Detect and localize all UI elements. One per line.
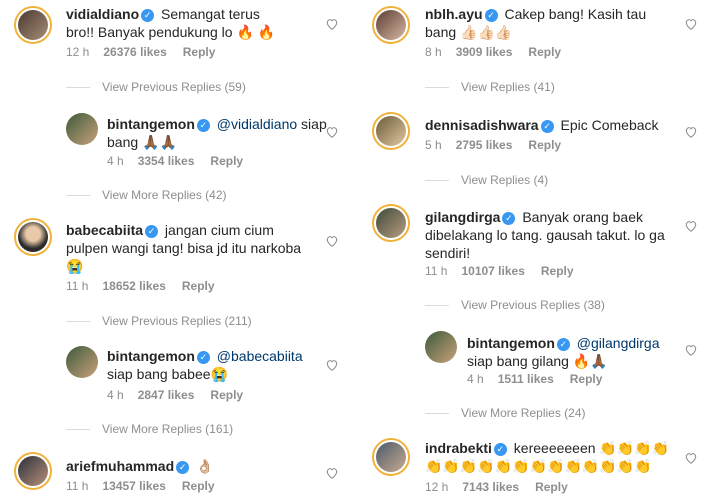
mention-link[interactable]: @babecabiita	[217, 348, 303, 364]
mention-link[interactable]: @gilangdirga	[577, 335, 660, 351]
verified-badge-icon: ✓	[493, 443, 507, 456]
comment-time: 4 h	[107, 388, 124, 402]
comment-text: Epic Comeback	[560, 117, 659, 133]
comment-likes[interactable]: 13457 likes	[102, 479, 165, 493]
comment-username[interactable]: vidialdiano	[66, 6, 139, 22]
comment-username[interactable]: indrabekti	[425, 440, 492, 456]
comment-likes[interactable]: 3354 likes	[138, 154, 195, 168]
reply-button[interactable]: Reply	[210, 388, 243, 402]
comment-likes[interactable]: 3909 likes	[456, 45, 513, 59]
comment-likes[interactable]: 2795 likes	[456, 138, 513, 152]
view-replies-link[interactable]: View Replies (4)	[425, 173, 548, 187]
reply-button[interactable]: Reply	[182, 279, 215, 293]
comment-text: 👌🏼	[196, 458, 214, 474]
comment-likes[interactable]: 26376 likes	[103, 45, 166, 59]
mention-link[interactable]: @vidialdiano	[217, 116, 297, 132]
comment-time: 11 h	[66, 479, 89, 493]
heart-outline-icon[interactable]	[684, 343, 698, 357]
verified-badge-icon: ✓	[196, 119, 210, 132]
verified-badge-icon: ✓	[176, 461, 190, 474]
comment-text: siap bang gilang 🔥🙏🏾	[467, 353, 608, 369]
heart-outline-icon[interactable]	[325, 466, 339, 480]
verified-badge-icon: ✓	[141, 9, 155, 22]
comment-username[interactable]: bintangemon	[107, 116, 195, 132]
avatar[interactable]	[14, 452, 52, 490]
reply-button[interactable]: Reply	[183, 45, 216, 59]
comment-likes[interactable]: 18652 likes	[102, 279, 165, 293]
heart-outline-icon[interactable]	[684, 219, 698, 233]
view-replies-link[interactable]: View Replies (41)	[425, 80, 555, 94]
reply-button[interactable]: Reply	[182, 479, 215, 493]
heart-outline-icon[interactable]	[325, 125, 339, 139]
comment-username[interactable]: bintangemon	[107, 348, 195, 364]
avatar[interactable]	[14, 218, 52, 256]
comment-time: 8 h	[425, 45, 442, 59]
heart-outline-icon[interactable]	[684, 17, 698, 31]
comment-likes[interactable]: 1511 likes	[498, 372, 554, 386]
reply-button[interactable]: Reply	[528, 138, 561, 152]
comment-likes[interactable]: 7143 likes	[462, 480, 519, 494]
comment-time: 5 h	[425, 138, 442, 152]
avatar[interactable]	[372, 6, 410, 44]
heart-outline-icon[interactable]	[325, 17, 339, 31]
comment-time: 4 h	[467, 372, 484, 386]
verified-badge-icon: ✓	[145, 225, 159, 238]
heart-outline-icon[interactable]	[684, 125, 698, 139]
avatar[interactable]	[425, 331, 457, 363]
comment-username[interactable]: dennisadishwara	[425, 117, 539, 133]
comment-time: 12 h	[66, 45, 90, 59]
view-previous-replies-link[interactable]: View Previous Replies (38)	[425, 298, 605, 312]
view-more-replies-link[interactable]: View More Replies (161)	[66, 422, 233, 436]
verified-badge-icon: ✓	[556, 338, 570, 351]
view-previous-replies-link[interactable]: View Previous Replies (211)	[66, 314, 252, 328]
comment-username[interactable]: ariefmuhammad	[66, 458, 174, 474]
reply-button[interactable]: Reply	[210, 154, 243, 168]
verified-badge-icon: ✓	[196, 351, 210, 364]
view-more-replies-link[interactable]: View More Replies (42)	[66, 188, 227, 202]
heart-outline-icon[interactable]	[684, 451, 698, 465]
avatar[interactable]	[66, 346, 98, 378]
reply-button[interactable]: Reply	[570, 372, 603, 386]
avatar[interactable]	[372, 204, 410, 242]
comment-username[interactable]: babecabiita	[66, 222, 143, 238]
comment-text: siap bang babee😭	[107, 366, 228, 382]
avatar[interactable]	[66, 113, 98, 145]
comment-likes[interactable]: 2847 likes	[138, 388, 195, 402]
left-comment-column: vidialdiano ✓ Semangat terus bro!! Banyak…	[0, 0, 360, 500]
reply-button[interactable]: Reply	[541, 264, 574, 278]
avatar[interactable]	[372, 438, 410, 476]
heart-outline-icon[interactable]	[325, 234, 339, 248]
view-previous-replies-link[interactable]: View Previous Replies (59)	[66, 80, 246, 94]
comment-time: 11 h	[66, 279, 89, 293]
avatar[interactable]	[372, 112, 410, 150]
comment-time: 12 h	[425, 480, 449, 494]
reply-button[interactable]: Reply	[535, 480, 568, 494]
right-comment-column: nblh.ayu ✓ Cakep bang! Kasih tau bang 👍🏻👍…	[360, 0, 720, 500]
verified-badge-icon: ✓	[540, 120, 554, 133]
avatar[interactable]	[14, 6, 52, 44]
comment-username[interactable]: bintangemon	[467, 335, 555, 351]
verified-badge-icon: ✓	[502, 212, 516, 225]
view-more-replies-link[interactable]: View More Replies (24)	[425, 406, 586, 420]
heart-outline-icon[interactable]	[325, 358, 339, 372]
comment-username[interactable]: nblh.ayu	[425, 6, 483, 22]
reply-button[interactable]: Reply	[528, 45, 561, 59]
comment-time: 4 h	[107, 154, 124, 168]
verified-badge-icon: ✓	[484, 9, 498, 22]
comment-likes[interactable]: 10107 likes	[461, 264, 524, 278]
comment-time: 11 h	[425, 264, 448, 278]
comment-username[interactable]: gilangdirga	[425, 209, 500, 225]
